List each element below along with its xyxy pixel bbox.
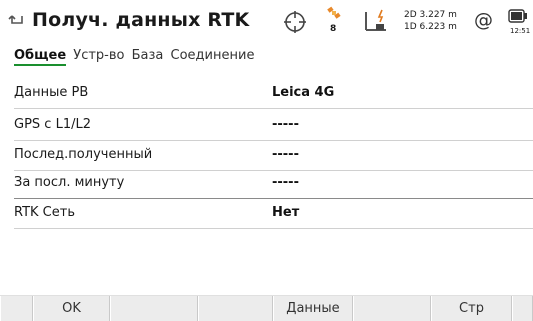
tab-general[interactable]: Общее xyxy=(14,48,67,66)
divider xyxy=(14,228,533,229)
row-value: ----- xyxy=(272,175,299,190)
row-rtk-network: RTK Сеть Нет xyxy=(14,198,524,228)
ok-button-label: OK xyxy=(62,301,81,316)
clock: 12:51 xyxy=(510,27,531,35)
tab-bar: Общее Устр-во База Соединение xyxy=(14,48,257,68)
accuracy-2d: 2D 3.227 m xyxy=(404,10,457,20)
row-label: Данные РВ xyxy=(14,85,89,100)
row-value: Leica 4G xyxy=(272,85,335,100)
data-button[interactable]: Данные xyxy=(273,296,353,321)
softkey-empty[interactable] xyxy=(0,296,33,321)
divider xyxy=(14,108,533,109)
satellite-count: 8 xyxy=(330,24,337,34)
row-label: Послед.полученный xyxy=(14,147,153,162)
tab-base[interactable]: База xyxy=(132,48,164,63)
satellite-icon[interactable] xyxy=(325,6,345,22)
ok-button[interactable]: OK xyxy=(33,296,110,321)
row-last-received: Послед.полученный ----- xyxy=(14,140,524,170)
row-rtk-data: Данные РВ Leica 4G xyxy=(14,78,524,108)
row-label: За посл. минуту xyxy=(14,175,125,190)
softkey-bar: OK Данные Стр xyxy=(0,295,533,321)
softkey-empty[interactable] xyxy=(198,296,273,321)
softkey-empty[interactable] xyxy=(353,296,431,321)
row-value: Нет xyxy=(272,205,300,220)
page-button-label: Стр xyxy=(459,301,484,316)
page-button[interactable]: Стр xyxy=(431,296,512,321)
row-value: ----- xyxy=(272,117,299,132)
at-symbol[interactable]: @ xyxy=(474,9,493,31)
row-last-minute: За посл. минуту ----- xyxy=(14,168,524,198)
tab-device[interactable]: Устр-во xyxy=(73,48,124,63)
title-bar: Получ. данных RTK 8 2D 3.227 m 1D 6.223 … xyxy=(0,0,533,44)
row-label: GPS с L1/L2 xyxy=(14,117,91,132)
row-gps-l1l2: GPS с L1/L2 ----- xyxy=(14,110,524,140)
accuracy-1d: 1D 6.223 m xyxy=(404,22,457,32)
row-label: RTK Сеть xyxy=(14,205,75,220)
softkey-empty[interactable] xyxy=(110,296,198,321)
tab-connection[interactable]: Соединение xyxy=(171,48,255,63)
accuracy-readout: 2D 3.227 m 1D 6.223 m xyxy=(404,9,457,33)
crosshair-icon[interactable] xyxy=(283,10,307,34)
page-title: Получ. данных RTK xyxy=(32,9,250,31)
row-value: ----- xyxy=(272,147,299,162)
back-arrow-icon[interactable] xyxy=(8,12,26,30)
battery-icon[interactable] xyxy=(508,9,528,23)
softkey-empty[interactable] xyxy=(512,296,533,321)
rover-pole-icon[interactable] xyxy=(360,8,390,36)
data-button-label: Данные xyxy=(286,301,340,316)
